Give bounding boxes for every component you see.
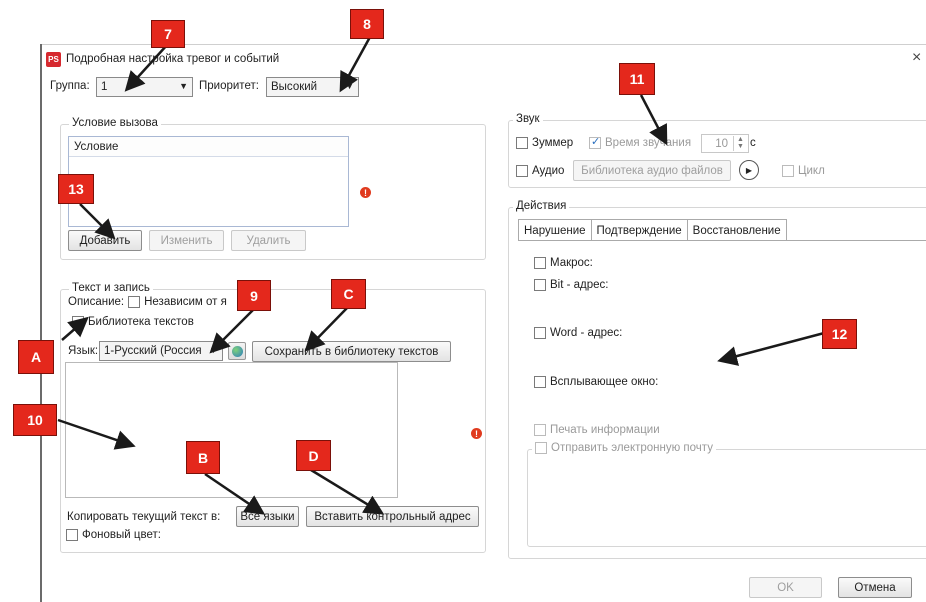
print-checkbox[interactable] bbox=[534, 424, 546, 436]
background-checkbox[interactable] bbox=[66, 529, 78, 541]
language-label: Язык: bbox=[68, 345, 99, 357]
print-label: Печать информации bbox=[550, 424, 660, 436]
group-select-value: 1 bbox=[101, 81, 108, 93]
audio-checkbox[interactable] bbox=[516, 165, 528, 177]
text-record-title: Текст и запись bbox=[69, 282, 153, 294]
duration-label: Время звучания bbox=[605, 137, 692, 149]
condition-column-header: Условие bbox=[69, 137, 348, 157]
email-checkbox[interactable] bbox=[535, 442, 547, 454]
bit-address-row: Bit - адрес: bbox=[534, 279, 608, 291]
bit-address-label: Bit - адрес: bbox=[550, 279, 609, 291]
duration-spinner[interactable]: 10 ▲ ▼ bbox=[701, 134, 749, 153]
library-checkbox[interactable] bbox=[72, 316, 84, 328]
tab-violation[interactable]: Нарушение bbox=[518, 219, 592, 241]
close-icon[interactable]: × bbox=[912, 50, 921, 66]
word-address-label: Word - адрес: bbox=[550, 327, 623, 339]
cancel-button[interactable]: Отмена bbox=[838, 577, 912, 598]
tab-confirmation[interactable]: Подтверждение bbox=[590, 219, 688, 241]
tab-restore[interactable]: Восстановление bbox=[686, 219, 787, 241]
buzzer-row: Зуммер bbox=[516, 137, 573, 149]
description-row: Описание: Независим от я bbox=[68, 296, 227, 308]
callout-8: 8 bbox=[350, 9, 384, 39]
priority-label: Приоритет: bbox=[199, 80, 259, 92]
independent-checkbox[interactable] bbox=[128, 296, 141, 308]
sound-title: Звук bbox=[513, 113, 543, 125]
description-label: Описание: bbox=[68, 296, 125, 308]
callout-12: 12 bbox=[822, 319, 857, 349]
independent-label: Независим от я bbox=[144, 296, 227, 308]
callout-9: 9 bbox=[237, 280, 271, 311]
email-row: Отправить электронную почту bbox=[532, 442, 716, 454]
popup-checkbox[interactable] bbox=[534, 376, 546, 388]
actions-title: Действия bbox=[513, 200, 570, 212]
duration-checkbox[interactable] bbox=[589, 135, 601, 149]
app-icon: PS bbox=[46, 51, 61, 67]
spinner-arrows-icon[interactable]: ▲ ▼ bbox=[733, 136, 747, 151]
warning-icon: ! bbox=[471, 428, 482, 439]
title-bar: PS Подробная настройка тревог и событий bbox=[46, 48, 279, 70]
bit-address-checkbox[interactable] bbox=[534, 279, 546, 291]
library-row: Библиотека текстов bbox=[72, 316, 194, 328]
trigger-title: Условие вызова bbox=[69, 117, 161, 129]
email-groupbox: Отправить электронную почту bbox=[527, 442, 926, 547]
callout-7: 7 bbox=[151, 20, 185, 48]
audio-library-button[interactable]: Библиотека аудио файлов bbox=[573, 160, 731, 181]
callout-a: A bbox=[18, 340, 54, 374]
macro-label: Макрос: bbox=[550, 257, 593, 269]
macro-row: Макрос: bbox=[534, 257, 593, 269]
add-button[interactable]: Добавить bbox=[68, 230, 142, 251]
callout-13: 13 bbox=[58, 174, 94, 204]
buzzer-checkbox[interactable] bbox=[516, 137, 528, 149]
ok-button[interactable]: OK bbox=[749, 577, 822, 598]
callout-d: D bbox=[296, 440, 331, 471]
word-address-checkbox[interactable] bbox=[534, 327, 546, 339]
language-select-value: 1-Русский (Россия bbox=[104, 345, 202, 357]
email-label: Отправить электронную почту bbox=[551, 442, 713, 454]
window-left-border bbox=[40, 44, 42, 602]
callout-c: C bbox=[331, 279, 366, 309]
duration-unit: с bbox=[750, 137, 756, 149]
actions-tabs: Нарушение Подтверждение Восстановление bbox=[518, 219, 787, 241]
tab-panel-border bbox=[518, 240, 926, 241]
description-textarea[interactable] bbox=[65, 362, 398, 498]
background-label: Фоновый цвет: bbox=[82, 529, 161, 541]
callout-11: 11 bbox=[619, 63, 655, 95]
library-label: Библиотека текстов bbox=[88, 316, 194, 328]
save-to-library-button[interactable]: Сохранить в библиотеку текстов bbox=[252, 341, 451, 362]
edit-button[interactable]: Изменить bbox=[149, 230, 224, 251]
popup-row: Всплывающее окно: bbox=[534, 376, 658, 388]
window-title: Подробная настройка тревог и событий bbox=[66, 53, 280, 65]
callout-10: 10 bbox=[13, 404, 57, 436]
group-label: Группа: bbox=[50, 80, 90, 92]
popup-label: Всплывающее окно: bbox=[550, 376, 659, 388]
delete-button[interactable]: Удалить bbox=[231, 230, 306, 251]
buzzer-label: Зуммер bbox=[532, 137, 574, 149]
duration-value: 10 bbox=[715, 137, 728, 150]
cycle-label: Цикл bbox=[798, 165, 825, 177]
language-select[interactable]: 1-Русский (Россия ▼ bbox=[99, 341, 223, 361]
copy-text-label: Копировать текущий текст в: bbox=[67, 511, 221, 523]
priority-select[interactable]: Высокий ▼ bbox=[266, 77, 359, 97]
chevron-down-icon: ▼ bbox=[179, 81, 188, 91]
group-select[interactable]: 1 ▼ bbox=[96, 77, 193, 97]
globe-icon[interactable] bbox=[228, 342, 246, 360]
print-row: Печать информации bbox=[534, 424, 660, 436]
chevron-down-icon: ▼ bbox=[209, 345, 218, 355]
all-languages-button[interactable]: Все языки bbox=[236, 506, 299, 527]
priority-select-value: Высокий bbox=[271, 81, 318, 93]
cycle-row: Цикл bbox=[782, 165, 825, 177]
condition-list[interactable]: Условие bbox=[68, 136, 349, 227]
macro-checkbox[interactable] bbox=[534, 257, 546, 269]
word-address-row: Word - адрес: bbox=[534, 327, 622, 339]
warning-icon: ! bbox=[360, 187, 371, 198]
chevron-down-icon: ▼ bbox=[345, 81, 354, 91]
cycle-checkbox[interactable] bbox=[782, 165, 794, 177]
audio-label: Аудио bbox=[532, 165, 565, 177]
callout-b: B bbox=[186, 441, 220, 474]
duration-row: Время звучания bbox=[589, 135, 692, 149]
background-row: Фоновый цвет: bbox=[66, 529, 161, 541]
insert-address-button[interactable]: Вставить контрольный адрес bbox=[306, 506, 479, 527]
audio-row: Аудио bbox=[516, 165, 564, 177]
play-icon[interactable]: ▶ bbox=[739, 160, 759, 180]
